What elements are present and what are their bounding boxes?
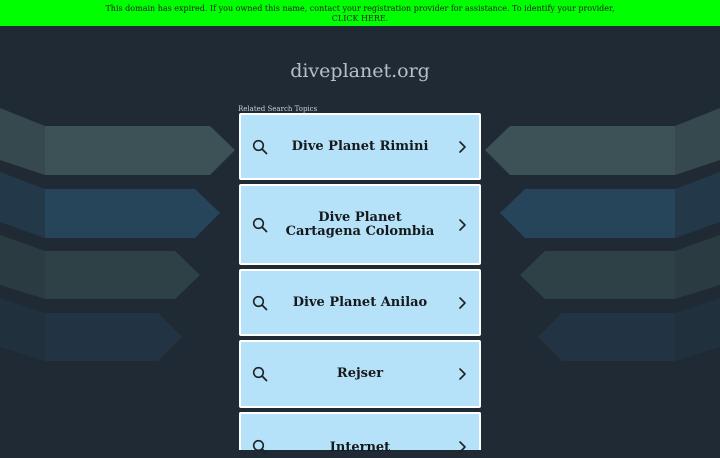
right-band-4-back <box>675 298 720 361</box>
related-search-label: Rejser <box>336 366 384 381</box>
search-icon <box>252 139 268 154</box>
left-band-4 <box>45 313 182 361</box>
chevron-right-icon <box>459 368 466 380</box>
left-band-2-back <box>0 172 45 238</box>
chevron-right-icon <box>459 140 466 153</box>
related-search-item[interactable]: Dive Planet Rimini <box>239 113 481 180</box>
left-band-1 <box>45 126 235 175</box>
right-band-1-back <box>675 108 720 175</box>
left-band-3 <box>45 251 200 299</box>
search-icon <box>252 366 268 382</box>
search-icon <box>252 439 268 455</box>
related-search-item[interactable]: Dive Planet Anilao <box>239 269 481 336</box>
related-search-item[interactable]: Dive Planet Cartagena Colombia <box>239 184 481 265</box>
chevron-right-icon <box>459 218 466 231</box>
domain-title: diveplanet.org <box>290 60 430 82</box>
related-search-label: Internet <box>329 440 391 455</box>
right-band-3 <box>520 251 675 299</box>
chevron-right-icon <box>459 296 466 309</box>
right-band-2 <box>500 189 675 238</box>
related-search-label: Dive Planet Anilao <box>292 294 428 310</box>
right-band-2-back <box>675 172 720 238</box>
related-search-item[interactable]: Internet <box>239 412 481 455</box>
right-band-3-back <box>675 235 720 299</box>
left-band-4-back <box>0 298 45 361</box>
left-band-1-back <box>0 108 45 175</box>
banner-text: This domain has expired. If you owned th… <box>105 4 615 13</box>
related-search-heading: Related Search Topics <box>238 105 318 113</box>
related-search-label: Dive Planet Rimini <box>291 138 429 154</box>
left-band-2 <box>45 189 220 238</box>
right-band-4 <box>538 313 675 361</box>
left-band-3-back <box>0 235 45 299</box>
search-icon <box>252 295 268 310</box>
right-band-1 <box>485 126 675 175</box>
expired-domain-banner: This domain has expired. If you owned th… <box>0 0 720 26</box>
banner-click-here-link[interactable]: CLICK HERE. <box>332 14 388 23</box>
chevron-right-icon <box>459 441 466 453</box>
related-search-item[interactable]: Rejser <box>239 340 481 408</box>
search-icon <box>252 217 268 232</box>
related-search-label: Dive Planet Cartagena Colombia <box>285 209 435 239</box>
